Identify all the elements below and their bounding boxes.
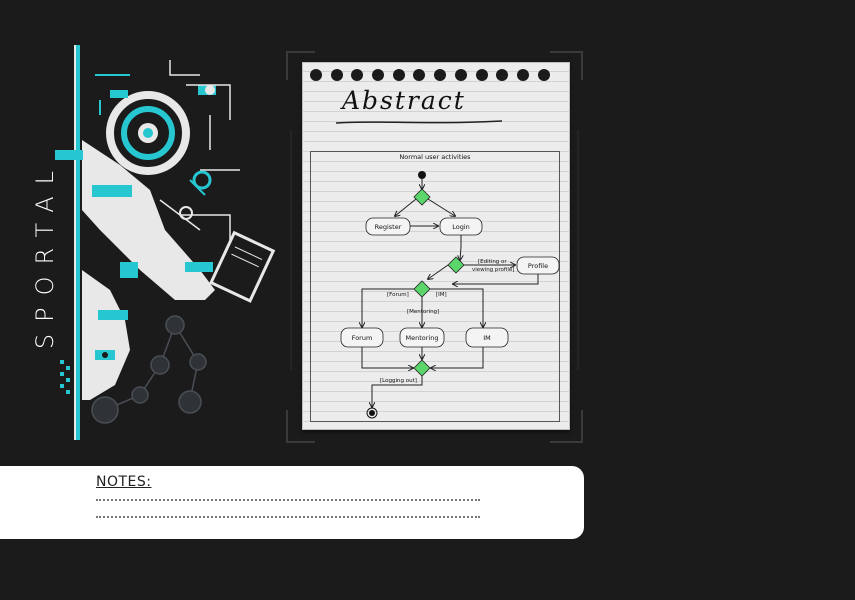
login-label: Login (452, 223, 470, 231)
guard-logout: [Logging out] (380, 378, 417, 384)
profile-label: Profile (528, 262, 548, 270)
notes-panel: NOTES: (0, 466, 584, 539)
register-label: Register (375, 223, 402, 231)
decision-2 (447, 256, 465, 274)
brand-logo: SPORTAL (20, 90, 70, 440)
notebook-page: Abstract Normal user activities Register… (302, 62, 570, 430)
notes-title: NOTES: (96, 474, 152, 490)
guard-mentoring: [Mentoring] (407, 309, 439, 315)
im-label: IM (483, 334, 491, 342)
forum-label: Forum (352, 334, 373, 342)
brand-name: SPORTAL (31, 158, 59, 350)
mentoring-label: Mentoring (406, 334, 439, 342)
binder-holes (310, 69, 550, 81)
abstract-underline (335, 120, 503, 124)
notes-line-1[interactable] (96, 499, 480, 501)
notes-line-2[interactable] (96, 516, 480, 518)
activity-diagram: Normal user activities Register Login [E… (310, 151, 560, 422)
abstract-heading: Abstract (342, 86, 466, 115)
start-node (418, 171, 426, 179)
guard-forum: [Forum] (387, 292, 409, 298)
decision-3 (413, 280, 431, 298)
guard-editing-2: viewing profile] (472, 267, 514, 273)
guard-editing-1: [Editing or (478, 259, 507, 265)
diagram-title: Normal user activities (399, 153, 471, 161)
decision-1 (413, 188, 431, 206)
guard-im: [IM] (436, 292, 447, 298)
merge-node (413, 359, 431, 377)
